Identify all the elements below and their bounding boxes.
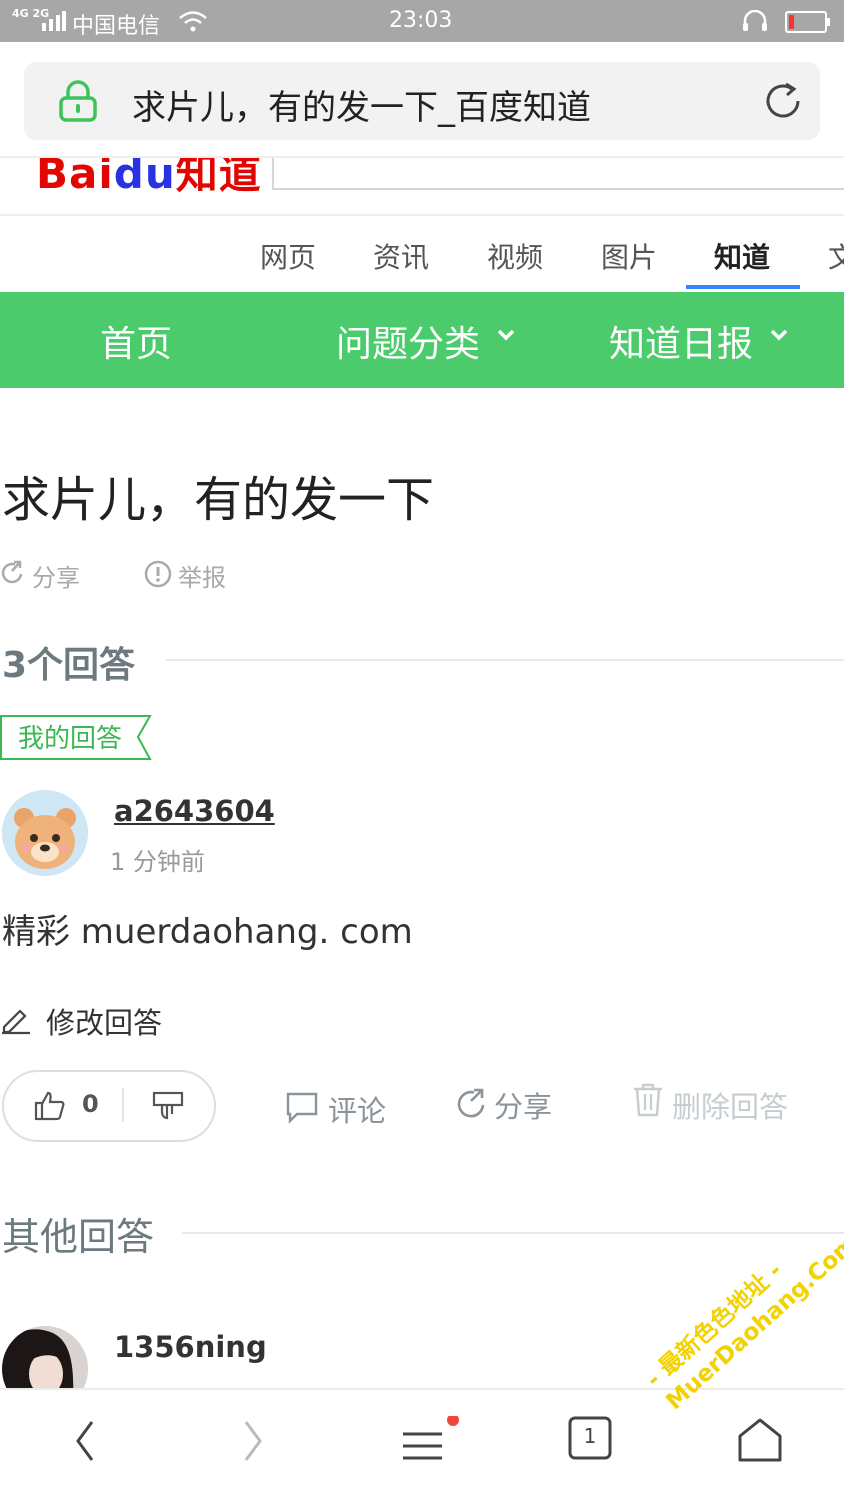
thumbs-up-icon[interactable] [34, 1090, 66, 1122]
headset-icon [742, 10, 768, 32]
report-icon[interactable] [144, 560, 172, 588]
address-bar[interactable]: 求片儿，有的发一下_百度知道 [24, 62, 820, 140]
trash-icon[interactable] [632, 1082, 664, 1118]
share-button[interactable]: 分享 [494, 1084, 552, 1126]
watermark: - 最新色色地址 - MuerDaohang.Com [640, 1211, 844, 1416]
divider [182, 1232, 844, 1234]
comment-icon[interactable] [285, 1090, 319, 1124]
zhidao-nav: 首页 问题分类 知道日报 [0, 292, 844, 388]
thumbs-down-icon[interactable] [152, 1090, 184, 1122]
pencil-icon[interactable] [0, 1003, 32, 1035]
forward-icon[interactable] [240, 1416, 266, 1466]
tab-news[interactable]: 资讯 [373, 236, 429, 276]
menu-icon[interactable] [400, 1416, 464, 1466]
nav-daily[interactable]: 知道日报 [609, 315, 753, 367]
battery-icon [785, 11, 831, 33]
page-title: 求片儿，有的发一下_百度知道 [132, 88, 591, 128]
other-answer-author[interactable]: 1356ning [114, 1330, 267, 1364]
back-icon[interactable] [72, 1416, 98, 1466]
answer-author[interactable]: a2643604 [114, 794, 275, 828]
status-bar: 4G 2G 中国电信 23:03 [0, 0, 844, 42]
edit-answer-button[interactable]: 修改回答 [46, 1000, 162, 1042]
delete-answer-button[interactable]: 删除回答 [672, 1084, 788, 1126]
tab-count: 1 [583, 1424, 597, 1448]
watermark-line1: - 最新色色地址 - [641, 1257, 788, 1393]
vote-widget: 0 [2, 1070, 216, 1142]
chevron-down-icon [496, 328, 516, 342]
browser-toolbar: 1 [0, 1388, 844, 1502]
answer-count: 3个回答 [2, 645, 136, 686]
active-tab-indicator [686, 285, 800, 289]
nav-categories[interactable]: 问题分类 [336, 315, 480, 367]
tab-wenku[interactable]: 文 [828, 236, 844, 276]
divider [166, 659, 844, 661]
question-title: 求片儿，有的发一下 [2, 472, 435, 528]
report-link[interactable]: 举报 [178, 558, 226, 593]
site-header: Baidu知道 [0, 156, 844, 216]
answer-time: 1 分钟前 [110, 848, 205, 876]
baidu-logo[interactable]: Baidu知道 [36, 156, 262, 201]
home-icon[interactable] [736, 1416, 784, 1464]
tab-web[interactable]: 网页 [260, 236, 316, 276]
tab-images[interactable]: 图片 [601, 236, 657, 276]
share-link[interactable]: 分享 [32, 558, 80, 593]
tab-zhidao[interactable]: 知道 [714, 236, 770, 276]
chevron-down-icon [769, 328, 789, 342]
like-count: 0 [82, 1090, 99, 1118]
tab-video[interactable]: 视频 [487, 236, 543, 276]
share-icon[interactable] [455, 1087, 489, 1121]
share-icon[interactable] [0, 560, 26, 586]
refresh-icon[interactable] [762, 80, 804, 122]
other-answers-heading: 其他回答 [2, 1215, 155, 1259]
nav-home[interactable]: 首页 [100, 315, 172, 367]
carrier-name: 中国电信 [72, 14, 161, 39]
search-input[interactable] [272, 158, 844, 190]
vote-separator [122, 1088, 124, 1122]
tabs-button[interactable]: 1 [568, 1416, 612, 1460]
wifi-icon [178, 10, 208, 32]
logo-zhidao: 知道 [175, 156, 262, 198]
clock: 23:03 [389, 8, 453, 33]
signal-icon [42, 11, 66, 31]
logo-bai: Bai [36, 156, 114, 198]
avatar[interactable] [2, 790, 88, 876]
lock-icon [58, 80, 98, 122]
logo-du: du [113, 156, 176, 198]
answer-content: 精彩 muerdaohang. com [2, 912, 413, 952]
comment-button[interactable]: 评论 [328, 1088, 386, 1130]
my-answer-tag: 我的回答 [18, 724, 123, 754]
